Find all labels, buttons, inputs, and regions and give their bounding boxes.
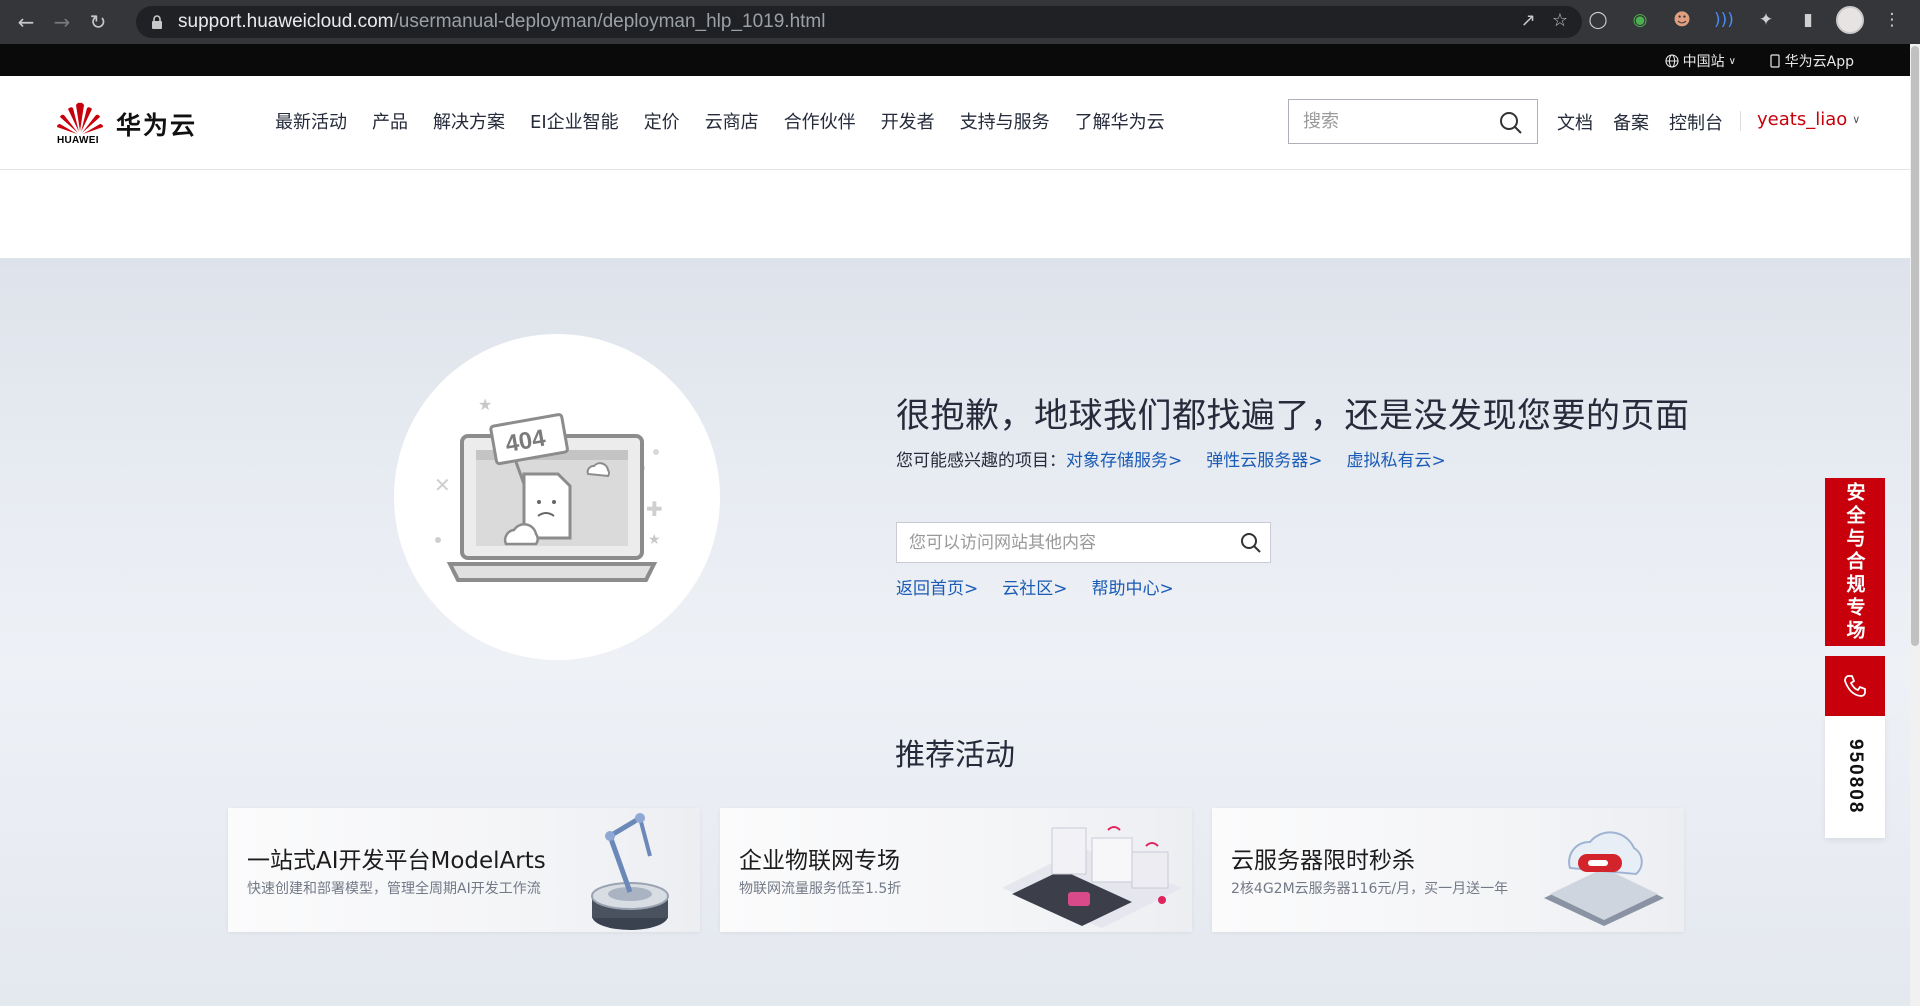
- logo-text-cn[interactable]: 华为云: [116, 106, 197, 142]
- extension-glasses-icon[interactable]: ◯: [1584, 6, 1612, 34]
- extension-face-icon[interactable]: ☻: [1668, 6, 1696, 34]
- username: yeats_liao: [1757, 109, 1848, 130]
- card-server-flash-sale[interactable]: 云服务器限时秒杀 2核4G2M云服务器116元/月，买一月送一年: [1212, 808, 1684, 932]
- 404-illustration: ★ ★ ★ ✕ ✚ 404: [394, 334, 720, 660]
- iot-city-icon: [1002, 826, 1182, 928]
- docs-link[interactable]: 文档: [1557, 109, 1593, 135]
- site-search: [896, 522, 1271, 563]
- nav-item-latest-activities[interactable]: 最新活动: [275, 108, 347, 134]
- side-panel-icon[interactable]: ▮: [1794, 6, 1822, 34]
- svg-text:✕: ✕: [434, 473, 451, 497]
- site-search-input[interactable]: [897, 523, 1217, 562]
- nav-item-ei[interactable]: EI企业智能: [530, 108, 619, 134]
- error-title: 很抱歉，地球我们都找遍了，还是没发现您要的页面: [896, 396, 1690, 436]
- globe-icon: [1665, 54, 1679, 68]
- header-search-input[interactable]: [1289, 100, 1489, 143]
- help-center-link[interactable]: 帮助中心>: [1092, 574, 1174, 599]
- site-header: HUAWEI 华为云 最新活动 产品 解决方案 EI企业智能 定价 云商店 合作…: [0, 76, 1910, 170]
- main-nav: 最新活动 产品 解决方案 EI企业智能 定价 云商店 合作伙伴 开发者 支持与服…: [275, 108, 1190, 134]
- phone-float-button[interactable]: [1825, 656, 1885, 716]
- nav-item-products[interactable]: 产品: [372, 108, 408, 134]
- app-download-link[interactable]: 华为云App: [1770, 51, 1854, 71]
- search-icon[interactable]: [1240, 532, 1262, 554]
- card-modelarts[interactable]: 一站式AI开发平台ModelArts 快速创建和部署模型，管理全周期AI开发工作…: [228, 808, 700, 932]
- svg-text:★: ★: [478, 395, 492, 414]
- svg-text:✚: ✚: [646, 497, 663, 521]
- back-icon[interactable]: ←: [8, 4, 44, 40]
- extension-wave-icon[interactable]: ))): [1710, 6, 1738, 34]
- scrollbar-thumb[interactable]: [1911, 46, 1919, 646]
- forward-icon[interactable]: →: [44, 4, 80, 40]
- icp-filing-link[interactable]: 备案: [1613, 109, 1649, 135]
- vpc-link[interactable]: 虚拟私有云>: [1347, 446, 1446, 471]
- compliance-float-button[interactable]: 安全与合规专场: [1825, 478, 1885, 646]
- user-menu[interactable]: yeats_liao ∨: [1757, 109, 1860, 130]
- browser-toolbar: ← → ↻ support.huaweicloud.com/usermanual…: [0, 0, 1920, 44]
- header-search: [1288, 99, 1538, 144]
- nav-item-solutions[interactable]: 解决方案: [433, 108, 505, 134]
- ecs-link[interactable]: 弹性云服务器>: [1206, 446, 1322, 471]
- logo-text-en: HUAWEI: [57, 135, 99, 146]
- nav-item-partners[interactable]: 合作伙伴: [784, 108, 856, 134]
- search-icon[interactable]: [1499, 111, 1523, 135]
- share-icon[interactable]: ↗: [1521, 10, 1536, 31]
- phone-device-icon: [1770, 54, 1780, 68]
- cloud-server-icon: [1544, 831, 1664, 926]
- profile-avatar[interactable]: [1836, 6, 1864, 34]
- interest-row: 您可能感兴趣的项目： 对象存储服务> 弹性云服务器> 虚拟私有云>: [896, 446, 1470, 471]
- region-selector[interactable]: 中国站 ∨: [1665, 51, 1736, 71]
- nav-item-pricing[interactable]: 定价: [644, 108, 680, 134]
- card-subtitle: 2核4G2M云服务器116元/月，买一月送一年: [1231, 881, 1509, 897]
- address-bar[interactable]: support.huaweicloud.com/usermanual-deplo…: [136, 6, 1582, 38]
- bookmark-star-icon[interactable]: ☆: [1552, 10, 1568, 31]
- laptop-404-icon: ★ ★ ★ ✕ ✚ 404: [434, 395, 663, 582]
- utility-bar: 中国站 ∨ 华为云App: [0, 44, 1910, 76]
- svg-text:★: ★: [648, 532, 661, 548]
- obs-link[interactable]: 对象存储服务>: [1066, 446, 1182, 471]
- divider: [1740, 111, 1741, 131]
- recommend-title: 推荐活动: [895, 738, 1015, 773]
- console-link[interactable]: 控制台: [1669, 109, 1723, 135]
- phone-icon: [1844, 675, 1866, 697]
- extensions-puzzle-icon[interactable]: ✦: [1752, 6, 1780, 34]
- hotline-text: 950808: [1845, 739, 1866, 815]
- region-label: 中国站: [1682, 54, 1725, 70]
- nav-item-developers[interactable]: 开发者: [881, 108, 935, 134]
- header-right-links: 文档 备案 控制台: [1557, 109, 1723, 135]
- chevron-down-icon: ∨: [1728, 55, 1736, 67]
- hotline-number[interactable]: 950808: [1825, 716, 1885, 838]
- app-label: 华为云App: [1784, 54, 1854, 70]
- interest-label: 您可能感兴趣的项目：: [896, 451, 1066, 471]
- community-link[interactable]: 云社区>: [1002, 574, 1067, 599]
- card-title: 企业物联网专场: [739, 848, 900, 874]
- card-subtitle: 物联网流量服务低至1.5折: [739, 881, 902, 897]
- lock-icon: [152, 15, 162, 29]
- reload-icon[interactable]: ↻: [80, 4, 116, 40]
- nav-item-about[interactable]: 了解华为云: [1075, 108, 1165, 134]
- extension-translate-icon[interactable]: ◉: [1626, 6, 1654, 34]
- chevron-down-icon: ∨: [1852, 113, 1861, 126]
- robot-arm-icon: [591, 813, 669, 930]
- nav-item-support[interactable]: 支持与服务: [960, 108, 1050, 134]
- nav-item-marketplace[interactable]: 云商店: [705, 108, 759, 134]
- card-title: 云服务器限时秒杀: [1231, 848, 1415, 874]
- recommend-cards: 一站式AI开发平台ModelArts 快速创建和部署模型，管理全周期AI开发工作…: [228, 808, 1684, 932]
- header-spacer: [0, 171, 1910, 258]
- error-page-content: ★ ★ ★ ✕ ✚ 404: [0, 258, 1910, 1006]
- menu-kebab-icon[interactable]: ⋮: [1878, 6, 1906, 34]
- home-link[interactable]: 返回首页>: [896, 574, 978, 599]
- card-iot[interactable]: 企业物联网专场 物联网流量服务低至1.5折: [720, 808, 1192, 932]
- url-text: support.huaweicloud.com/usermanual-deplo…: [178, 11, 826, 32]
- quick-links: 返回首页> 云社区> 帮助中心>: [896, 574, 1174, 599]
